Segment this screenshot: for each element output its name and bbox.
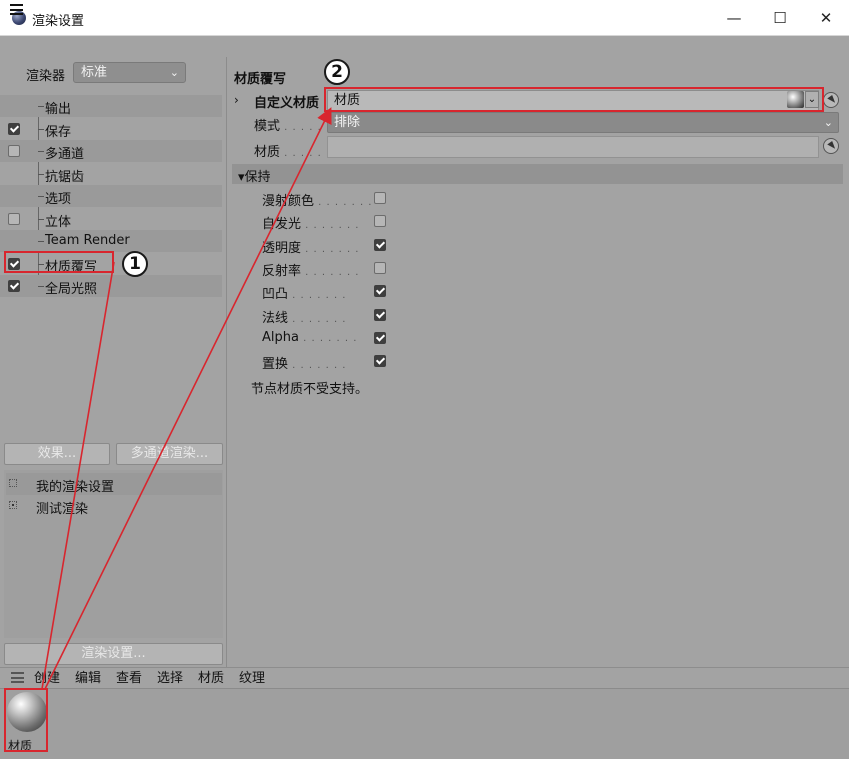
- arrow-to-material-override: [41, 261, 115, 690]
- arrow-to-custom-material: [44, 107, 332, 690]
- annotation-arrow: [41, 107, 332, 690]
